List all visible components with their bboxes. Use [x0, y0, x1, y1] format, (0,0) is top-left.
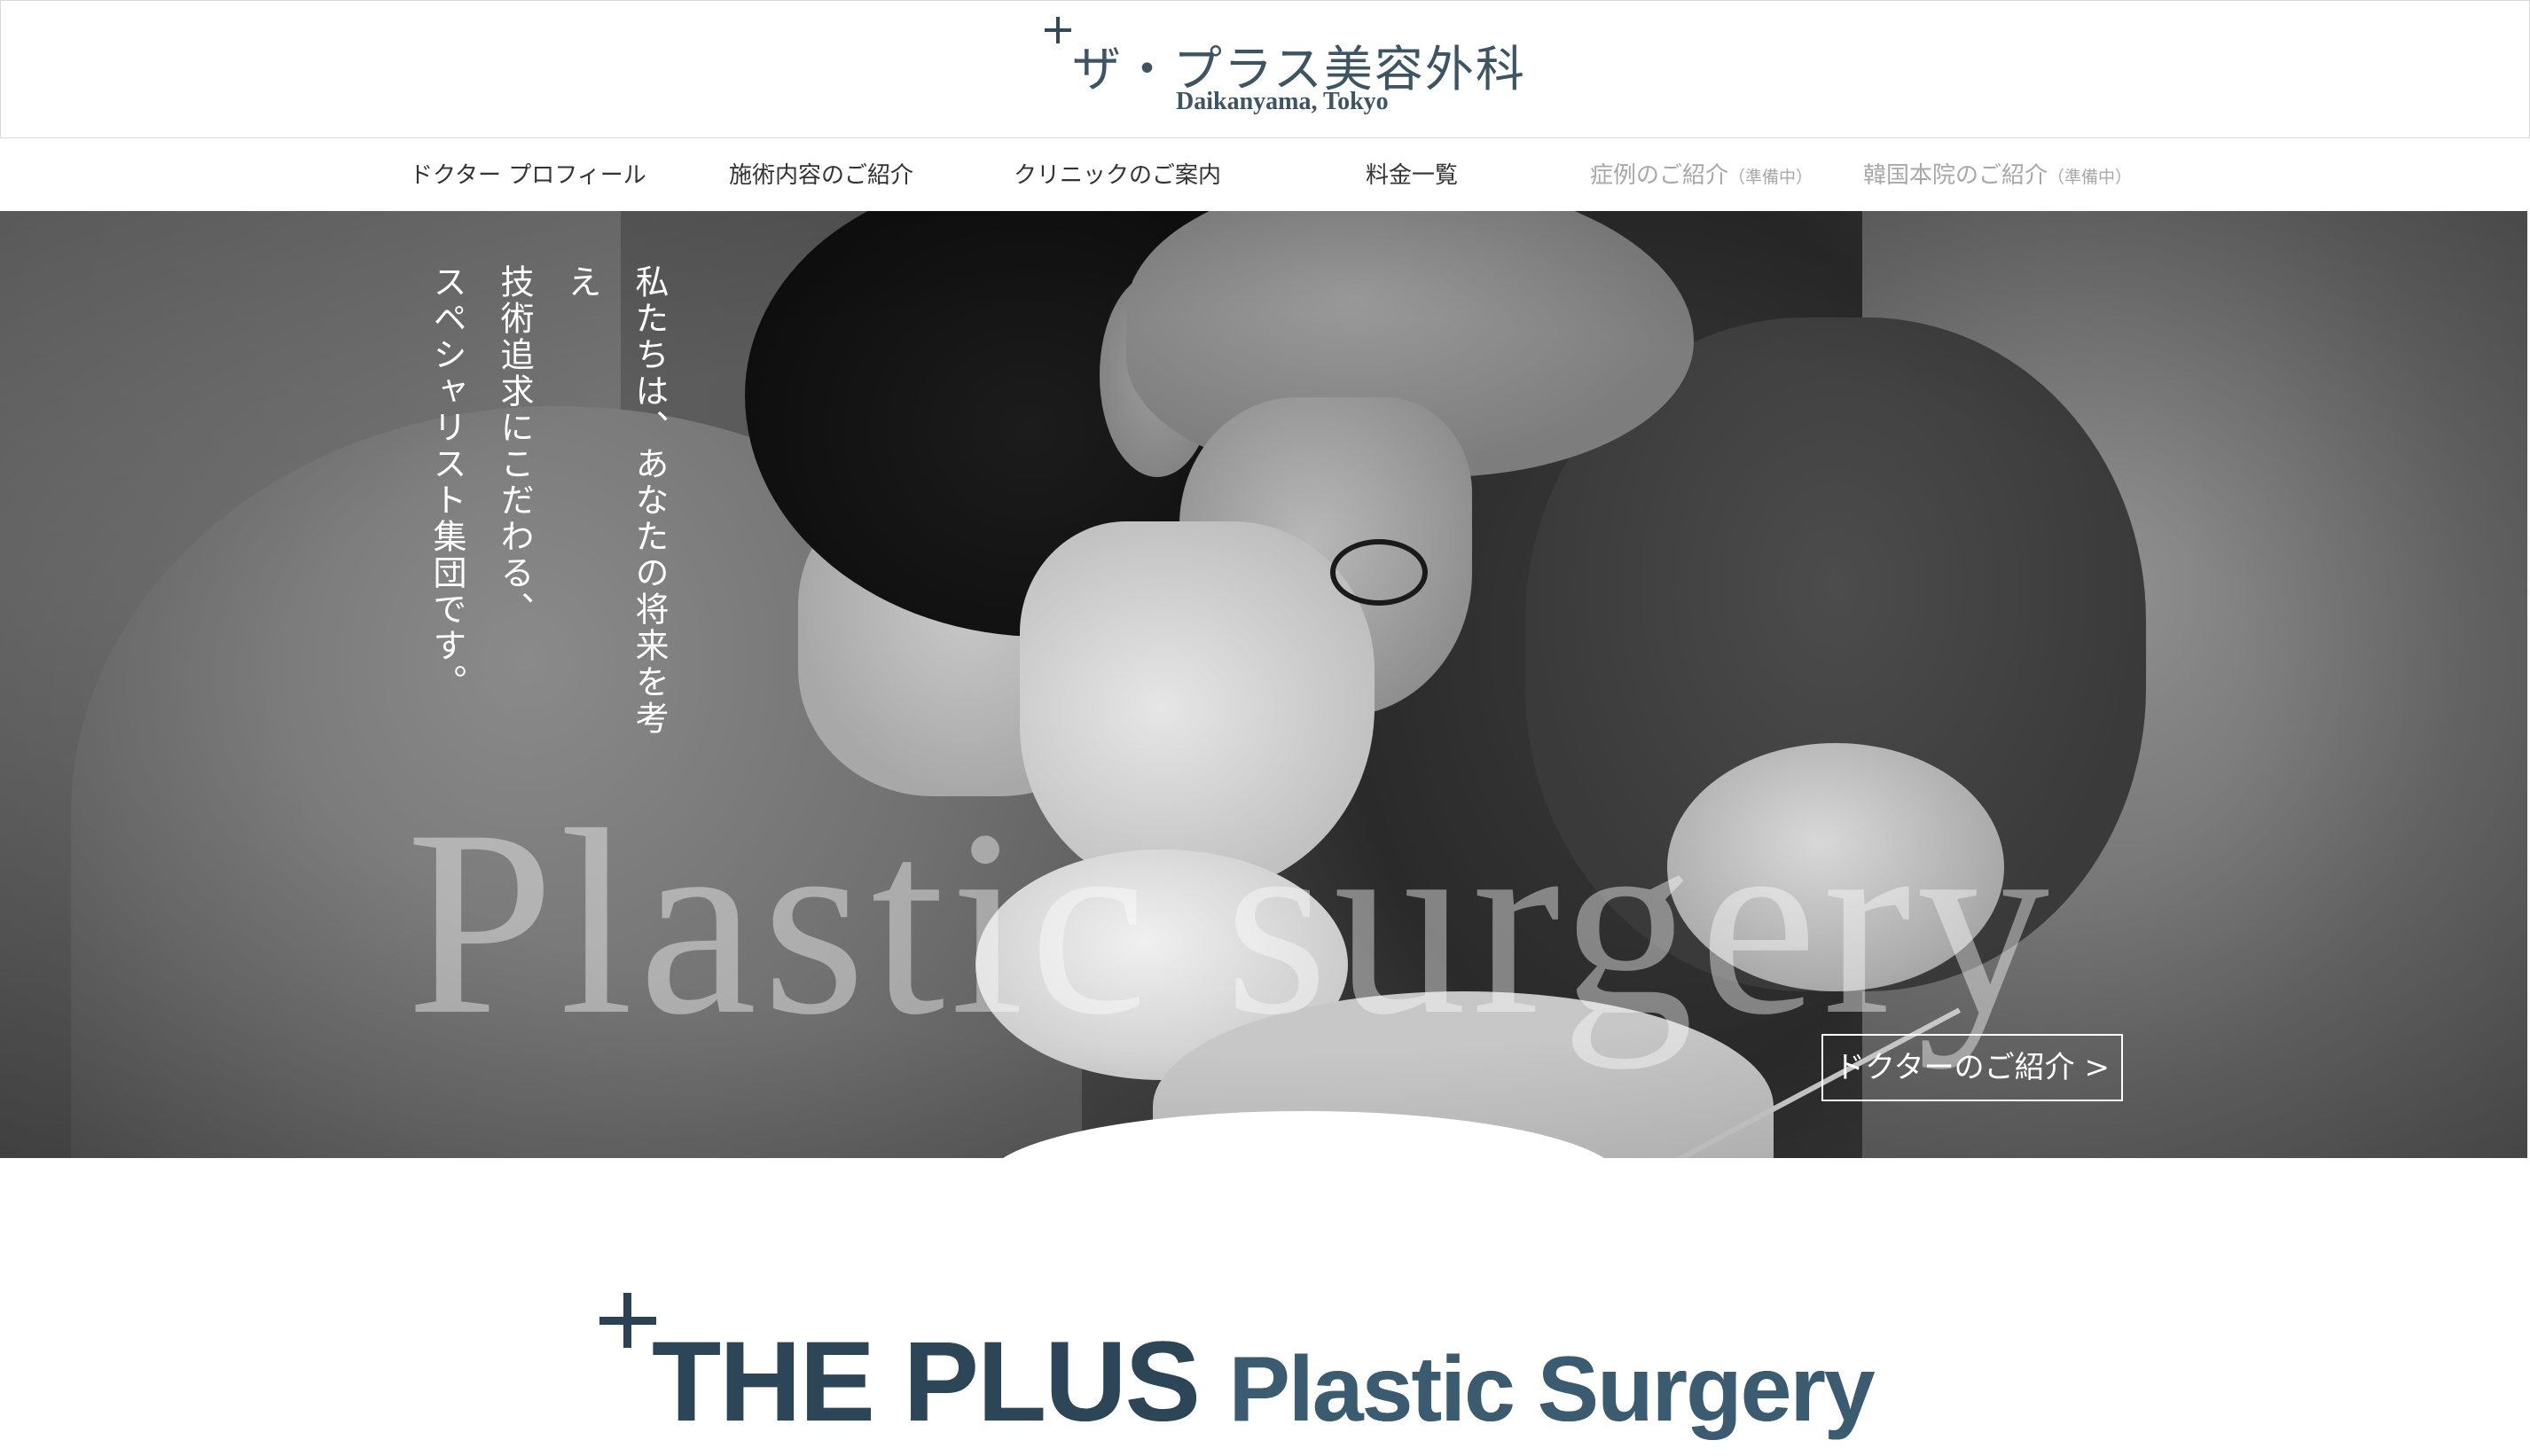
brand-location: Daikanyama, Tokyo — [1176, 88, 1389, 115]
hero-watermark-text: Plastic surgery — [406, 775, 2056, 1069]
coming-soon-note: （準備中） — [1728, 168, 1813, 187]
nav-item-clinic[interactable]: クリニックのご案内 — [1014, 158, 1221, 193]
nav-item-label: 施術内容のご紹介 — [729, 162, 914, 189]
clinic-wordmark: THE PLUS Plastic Surgery — [652, 1316, 1876, 1456]
wordmark-the-plus: THE PLUS — [652, 1319, 1201, 1445]
nav-item-korea-clinic: 韓国本院のご紹介（準備中） — [1863, 158, 2132, 193]
nav-item-treatments[interactable]: 施術内容のご紹介 — [729, 158, 913, 193]
nav-item-label: 韓国本院のご紹介 — [1863, 162, 2048, 189]
nav-item-pricing[interactable]: 料金一覧 — [1366, 158, 1458, 193]
plus-icon-bar — [599, 1317, 656, 1325]
main-nav: ドクター プロフィール 施術内容のご紹介 クリニックのご案内 料金一覧 症例のご… — [0, 138, 2530, 211]
nav-item-doctor-profile[interactable]: ドクター プロフィール — [410, 158, 646, 193]
logo-section: THE PLUS Plastic Surgery — [0, 1158, 2530, 1451]
plus-icon-bar — [1045, 28, 1071, 32]
tagline-line: 私たちは、あなたの将来を考え — [562, 264, 669, 737]
coming-soon-note: （準備中） — [2048, 168, 2133, 187]
site-header: ザ・プラス美容外科 Daikanyama, Tokyo — [0, 0, 2530, 138]
hero-tagline: 私たちは、あなたの将来を考え 技術追求にこだわる、 スペシャリスト集団です。 — [413, 264, 683, 761]
doctor-intro-button[interactable]: ドクターのご紹介 > — [1821, 1034, 2123, 1101]
tagline-line: スペシャリスト集団です。 — [427, 264, 466, 701]
wordmark-plastic-surgery: Plastic Surgery — [1228, 1338, 1876, 1441]
nav-item-label: 症例のご紹介 — [1590, 162, 1729, 189]
nav-item-label: 料金一覧 — [1366, 162, 1459, 189]
nav-item-cases: 症例のご紹介（準備中） — [1590, 158, 1813, 193]
hero-banner: 私たちは、あなたの将来を考え 技術追求にこだわる、 スペシャリスト集団です。 P… — [0, 211, 2527, 1158]
nav-item-label: ドクター プロフィール — [410, 162, 646, 189]
brand-logo[interactable]: ザ・プラス美容外科 Daikanyama, Tokyo — [1038, 13, 1524, 120]
tagline-line: 技術追求にこだわる、 — [495, 264, 534, 628]
nav-item-label: クリニックのご案内 — [1014, 162, 1222, 189]
